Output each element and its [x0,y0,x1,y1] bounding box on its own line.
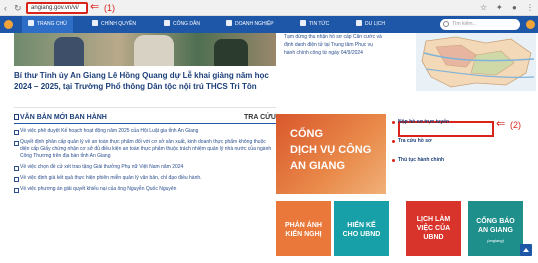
nav-business[interactable]: DOANH NGHIỆP [226,16,274,33]
tile-label: VIỆC CỦA [416,225,451,232]
tile-feedback[interactable]: PHẢN ÁNH KIẾN NGHỊ [276,201,331,256]
hero-figure [134,35,174,66]
tile-label: CHO UBND [342,231,381,238]
document-item[interactable]: Về việc chọn đề cử xét trao tặng Giải th… [14,164,276,171]
back-icon[interactable]: ‹ [4,3,7,13]
news-icon [300,20,306,26]
annotation-arrow-icon: ⇐ [90,1,100,13]
banner-line: AN GIANG [290,160,345,172]
side-news-line[interactable]: Tạm dừng thu nhận hồ sơ cấp Căn cước và [284,34,412,41]
side-news: Tạm dừng thu nhận hồ sơ cấp Căn cước và … [284,34,412,58]
province-map[interactable] [416,33,536,91]
profile-icon[interactable]: ● [512,3,517,13]
annotation-label: (2) [510,120,521,130]
address-bar[interactable]: angiang.gov.vn/vi/ [26,2,88,14]
document-icon [14,114,19,120]
reload-icon[interactable]: ↻ [14,3,22,13]
browser-toolbar: ‹ ↻ angiang.gov.vn/vi/ ⇐ (1) ☆ ✦ ● ⋮ [0,0,538,16]
document-item[interactable]: Về việc định giá kết quả thực hiện phiên… [14,175,276,182]
document-item[interactable]: Quyết định phân cấp quản lý về an toàn t… [14,139,276,160]
document-item[interactable]: Về việc phương án giải quyết khiếu nại c… [14,186,276,193]
tile-label: KIẾN NGHỊ [285,231,322,238]
tile-label: PHẢN ÁNH [285,222,322,229]
documents-header: VĂN BẢN MỚI BAN HÀNH TRA CỨU [14,112,276,124]
hero-figure [54,37,84,66]
tile-sublabel: (angiang) [487,238,504,243]
search-icon [443,21,449,27]
tile-label: UBND [423,234,444,241]
tile-gazette[interactable]: CỔNG BÁO AN GIANG (angiang) [468,201,523,256]
hero-figure [214,39,248,66]
bullet-icon [392,159,395,162]
business-icon [226,20,232,26]
nav-decoration-icon [526,20,535,29]
bullet-icon [392,140,395,143]
menu-icon[interactable]: ⋮ [526,3,534,13]
side-news-line[interactable]: hành chính công từ ngày 04/9/2024 [284,50,412,57]
nav-home[interactable]: TRANG CHỦ [22,16,73,33]
map-graphic [421,36,535,88]
nav-citizen[interactable]: CÔNG DÂN [164,16,200,33]
tourism-icon [356,20,362,26]
public-service-banner[interactable]: CỔNG DỊCH VỤ CÔNG AN GIANG [276,114,386,194]
bullet-icon [392,121,395,124]
lookup-link[interactable]: TRA CỨU [244,113,276,122]
home-icon [28,20,34,26]
tile-label: CỔNG BÁO [476,218,515,225]
search-input[interactable]: Tìm kiếm... [440,19,520,30]
lookup-dossier-link[interactable]: Tra cứu hồ sơ [390,138,520,157]
nav-government[interactable]: CHÍNH QUYỀN [92,16,136,33]
tile-suggestions[interactable]: HIẾN KẾ CHO UBND [334,201,389,256]
banner-line: CỔNG [290,128,323,140]
annotation-label: (1) [104,3,115,13]
documents-title: VĂN BẢN MỚI BAN HÀNH [20,114,107,121]
main-nav: TRANG CHỦ CHÍNH QUYỀN CÔNG DÂN DOANH NGH… [0,16,538,33]
citizen-icon [164,20,170,26]
tile-label: LỊCH LÀM [416,216,451,223]
nav-news[interactable]: TIN TỨC [300,16,329,33]
document-item[interactable]: Về việc phê duyệt Kế hoạch hoạt động năm… [14,128,276,135]
tile-label: HIẾN KẾ [347,222,376,229]
headline-link[interactable]: Bí thư Tỉnh ủy An Giang Lê Hồng Quang dự… [14,70,276,92]
tile-schedule[interactable]: LỊCH LÀM VIỆC CỦA UBND [406,201,461,256]
bookmark-icon[interactable]: ☆ [480,3,487,13]
annotation-arrow-icon: ⇐ [496,118,506,130]
hero-image[interactable] [14,33,276,66]
banner-line: DỊCH VỤ CÔNG [290,144,372,156]
procedures-link[interactable]: Thủ tục hành chính [390,157,520,176]
nav-tourism[interactable]: DU LỊCH [356,16,385,33]
divider [14,107,276,108]
tile-label: AN GIANG [478,227,513,234]
government-icon [92,20,98,26]
documents-list: Về việc phê duyệt Kế hoạch hoạt động năm… [14,128,276,197]
extensions-icon[interactable]: ✦ [496,3,503,13]
side-news-line[interactable]: định danh điện tử tại Trung tâm Phục vụ [284,42,412,49]
scroll-top-button[interactable] [520,244,532,256]
nav-decoration-icon [4,20,13,29]
